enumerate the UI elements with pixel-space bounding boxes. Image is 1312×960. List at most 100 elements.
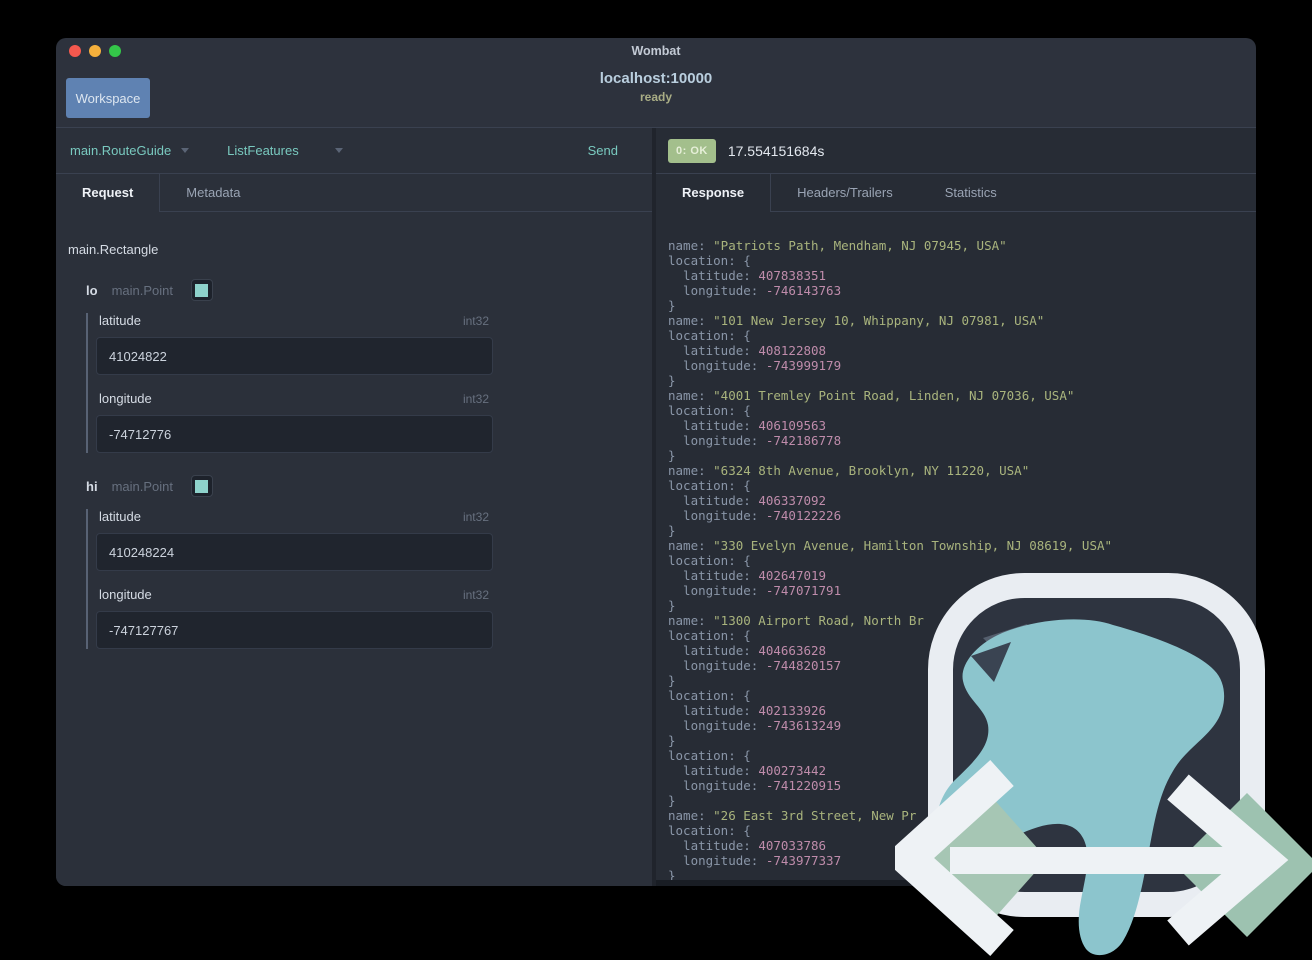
response-line: longitude: -740122226 [668, 508, 1252, 523]
field-header: longitude int32 [96, 587, 493, 602]
response-token: 406109563 [758, 418, 827, 433]
response-tab-bar: Response Headers/Trailers Statistics [656, 174, 1256, 212]
field-group-checkbox[interactable] [190, 475, 213, 497]
response-line: longitude: -743613249 [668, 718, 1252, 733]
response-line: } [668, 523, 1252, 538]
tab-headers-trailers[interactable]: Headers/Trailers [771, 174, 919, 211]
response-line: latitude: 406109563 [668, 418, 1252, 433]
form-field-latitude: latitude int32 [96, 509, 640, 571]
response-token: "330 Evelyn Avenue, Hamilton Township, N… [713, 538, 1113, 553]
form-field-longitude: longitude int32 [96, 587, 640, 649]
request-form: main.Rectangle lo main.Point latitude int32… [56, 212, 652, 886]
response-line: latitude: 407838351 [668, 268, 1252, 283]
field-header: latitude int32 [96, 509, 493, 524]
response-token: -741220915 [765, 778, 842, 793]
response-output[interactable]: name: "Patriots Path, Mendham, NJ 07945,… [656, 212, 1256, 886]
response-panel: 0: OK 17.554151684s Response Headers/Tra… [656, 128, 1256, 886]
response-scrollbar-track[interactable] [656, 880, 1256, 886]
longitude-input[interactable] [96, 611, 493, 649]
tab-statistics[interactable]: Statistics [919, 174, 1023, 211]
response-line: } [668, 673, 1252, 688]
response-token: { [743, 823, 751, 838]
response-line: } [668, 793, 1252, 808]
response-line: location: { [668, 823, 1252, 838]
response-token: location: [668, 823, 744, 838]
response-line: } [668, 448, 1252, 463]
field-group-fields: latitude int32 longitude int32 [86, 509, 640, 649]
response-token: "101 New Jersey 10, Whippany, NJ 07981, … [713, 313, 1045, 328]
response-token: location: [668, 553, 744, 568]
field-label: latitude [99, 509, 141, 524]
response-token: } [668, 298, 676, 313]
send-button[interactable]: Send [588, 143, 618, 158]
response-line: location: { [668, 328, 1252, 343]
response-line: name: "330 Evelyn Avenue, Hamilton Towns… [668, 538, 1252, 553]
field-group-lo: lo main.Point latitude int32 longitude int32 [86, 279, 640, 453]
tab-metadata[interactable]: Metadata [160, 174, 266, 211]
response-line: location: { [668, 628, 1252, 643]
response-line: name: "Patriots Path, Mendham, NJ 07945,… [668, 238, 1252, 253]
field-header: latitude int32 [96, 313, 493, 328]
response-token: longitude: [668, 283, 766, 298]
latitude-input[interactable] [96, 533, 493, 571]
response-token: } [668, 733, 676, 748]
response-line: latitude: 408122808 [668, 343, 1252, 358]
response-token: } [668, 598, 676, 613]
response-token: 408122808 [758, 343, 827, 358]
field-group-type: main.Point [111, 478, 173, 494]
response-token: longitude: [668, 358, 766, 373]
response-line: } [668, 298, 1252, 313]
response-token: latitude: [668, 838, 759, 853]
tab-request[interactable]: Request [56, 174, 161, 212]
response-token: name: [668, 808, 714, 823]
response-token: -742186778 [765, 433, 842, 448]
request-toolbar: main.RouteGuide ListFeatures Send [56, 128, 652, 174]
form-field-longitude: longitude int32 [96, 391, 640, 453]
response-token: 400273442 [758, 763, 827, 778]
form-field-latitude: latitude int32 [96, 313, 640, 375]
response-token: -747071791 [765, 583, 842, 598]
response-token: { [743, 253, 751, 268]
response-token: name: [668, 463, 714, 478]
response-token: name: [668, 313, 714, 328]
field-group-checkbox[interactable] [190, 279, 213, 301]
tab-response[interactable]: Response [656, 174, 772, 212]
service-select[interactable]: main.RouteGuide [70, 143, 190, 158]
latitude-input[interactable] [96, 337, 493, 375]
response-line: location: { [668, 253, 1252, 268]
response-token: latitude: [668, 703, 759, 718]
response-line: longitude: -743999179 [668, 358, 1252, 373]
response-token: name: [668, 238, 714, 253]
response-token: longitude: [668, 853, 766, 868]
field-group-fields: latitude int32 longitude int32 [86, 313, 640, 453]
response-line: name: "6324 8th Avenue, Brooklyn, NY 112… [668, 463, 1252, 478]
app-header: Workspace localhost:10000 ready [56, 64, 1256, 128]
wombat-app-window: Wombat Workspace localhost:10000 ready m… [56, 38, 1256, 886]
host-address: localhost:10000 [599, 70, 713, 87]
request-panel: main.RouteGuide ListFeatures Send Reques… [56, 128, 652, 886]
response-token: location: [668, 253, 744, 268]
response-token: location: [668, 628, 744, 643]
response-token: } [668, 373, 676, 388]
response-token: -743999179 [765, 358, 842, 373]
form-groups: lomain.Pointlatitudeint32longitudeint32h… [68, 279, 640, 649]
response-line: latitude: 404663628 [668, 643, 1252, 658]
longitude-input[interactable] [96, 415, 493, 453]
duration-label: 17.554151684s [727, 142, 825, 159]
response-token: "Patriots Path, Mendham, NJ 07945, USA" [713, 238, 1007, 253]
response-line: location: { [668, 403, 1252, 418]
method-select[interactable]: ListFeatures [227, 143, 343, 158]
request-tab-bar: Request Metadata [56, 174, 652, 212]
response-line: } [668, 373, 1252, 388]
response-token: 407838351 [758, 268, 827, 283]
response-token: latitude: [668, 493, 759, 508]
response-token: location: [668, 748, 744, 763]
field-label: latitude [99, 313, 141, 328]
response-line: longitude: -743977337 [668, 853, 1252, 868]
titlebar: Wombat [56, 38, 1256, 64]
response-token: longitude: [668, 508, 766, 523]
service-select-value: main.RouteGuide [70, 143, 172, 158]
field-header: longitude int32 [96, 391, 493, 406]
field-type: int32 [462, 391, 489, 406]
response-token: latitude: [668, 343, 759, 358]
